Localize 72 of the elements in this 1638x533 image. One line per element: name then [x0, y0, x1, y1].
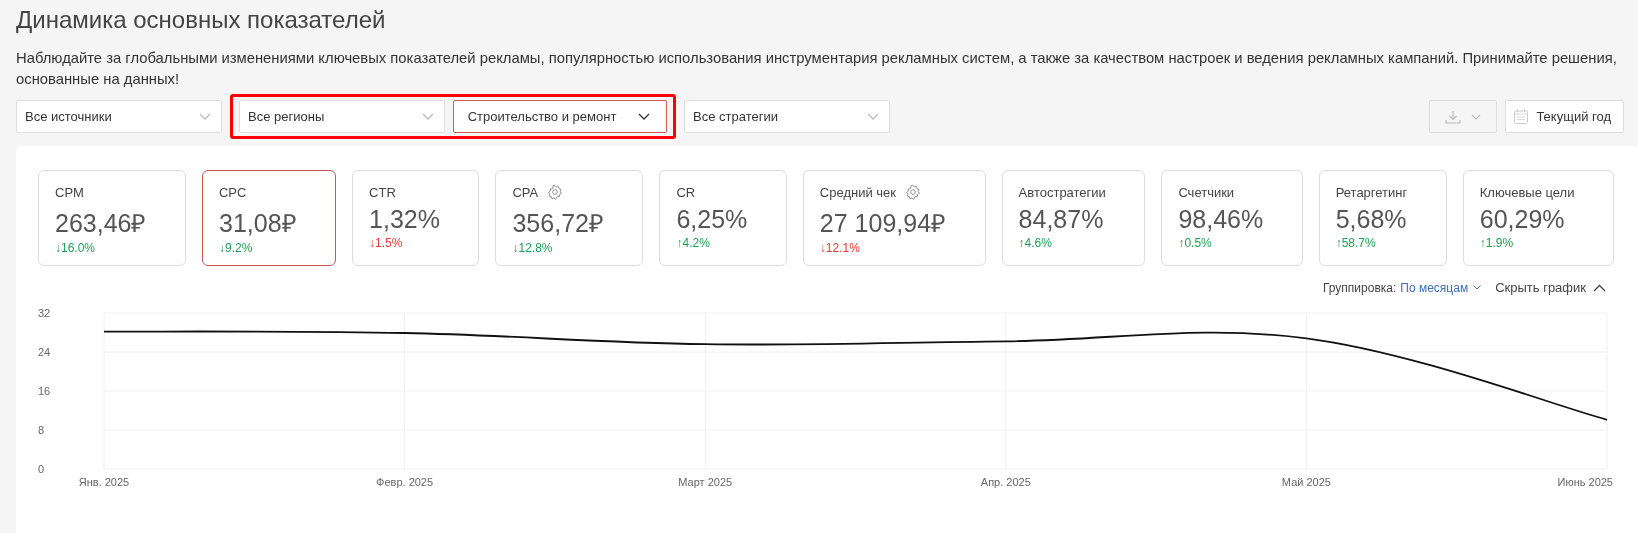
period-button[interactable]: Текущий год: [1505, 100, 1624, 133]
settings-icon[interactable]: [547, 184, 564, 200]
metric-name: Счетчики: [1178, 184, 1235, 200]
metric-value: 60,29%: [1479, 205, 1566, 234]
metric-card[interactable]: Ключевые цели 60,29% ↑1.9%: [1462, 170, 1614, 266]
chevron-down-icon: [867, 112, 879, 121]
metric-card[interactable]: CTR 1,32% ↓1.5%: [352, 170, 480, 266]
metric-change: ↓16.0%: [55, 241, 97, 255]
y-axis-label: 0: [38, 463, 45, 475]
x-axis-label: Апр. 2025: [980, 476, 1031, 488]
metric-change: ↓12.1%: [819, 241, 861, 255]
hide-chart-button[interactable]: Скрыть график: [1485, 280, 1606, 295]
x-axis-label: Май 2025: [1281, 476, 1331, 488]
grouping-label: Группировка:: [1323, 280, 1397, 295]
chevron-down-icon: [422, 112, 434, 121]
grouping-dropdown[interactable]: По месяцам: [1400, 280, 1482, 295]
metric-value: 5,68%: [1335, 205, 1408, 234]
chevron-down-icon: [638, 112, 651, 121]
metric-change: ↓9.2%: [219, 241, 254, 255]
metric-name: CPM: [55, 184, 84, 200]
x-axis-label: Февр. 2025: [376, 476, 434, 488]
y-axis-label: 8: [38, 424, 45, 436]
metric-card[interactable]: Счетчики 98,46% ↑0.5%: [1161, 170, 1303, 266]
chevron-down-icon: [1473, 285, 1482, 290]
metric-value: 27 109,94₽: [819, 208, 948, 239]
metric-card[interactable]: Средний чек 27 109,94₽ ↓12.1%: [802, 170, 986, 266]
y-axis-label: 24: [38, 346, 51, 358]
y-axis-label: 16: [38, 385, 51, 397]
metric-name: Средний чек: [819, 184, 896, 200]
metric-value: 6,25%: [676, 205, 749, 234]
metric-value: 1,32%: [369, 205, 441, 234]
metric-change: ↓1.5%: [369, 236, 404, 250]
download-icon: [1445, 109, 1462, 124]
metric-value: 356,72₽: [512, 208, 605, 239]
page-title: Динамика основных показателей: [16, 5, 387, 34]
x-axis-label: Июнь 2025: [1557, 476, 1613, 488]
metric-card[interactable]: Ретаргетинг 5,68% ↑58.7%: [1318, 170, 1447, 266]
filter-dropdown[interactable]: Все источники: [16, 100, 222, 133]
metric-name: Ключевые цели: [1479, 184, 1575, 200]
metric-change: ↓12.8%: [512, 241, 554, 255]
chevron-up-icon: [1593, 283, 1606, 292]
metric-card[interactable]: CR 6,25% ↑4.2%: [659, 170, 787, 266]
metric-name: CPA: [512, 184, 539, 200]
metric-card[interactable]: CPA 356,72₽ ↓12.8%: [495, 170, 644, 266]
metric-name: CTR: [369, 184, 396, 200]
metric-name: Ретаргетинг: [1335, 184, 1408, 200]
metric-change: ↑4.6%: [1018, 236, 1053, 250]
metric-value: 263,46₽: [55, 208, 148, 239]
metric-change: ↑58.7%: [1335, 236, 1377, 250]
metric-value: 31,08₽: [219, 208, 298, 239]
metric-value: 98,46%: [1178, 205, 1265, 234]
settings-icon[interactable]: [905, 184, 921, 200]
metric-value: 84,87%: [1018, 205, 1105, 234]
y-axis-label: 32: [38, 307, 51, 319]
x-axis-label: Март 2025: [678, 476, 733, 488]
metric-change: ↑4.2%: [676, 236, 711, 250]
filter-dropdown[interactable]: Все регионы: [239, 100, 445, 133]
metric-change: ↑0.5%: [1178, 236, 1213, 250]
page-description: Наблюдайте за глобальными изменениями ключевых показателей рекламы, популярностью использования инструментария рекламных систем, а также за качеством настроек и ведения рекламных кампаний. Принимайте решения, основанные на данных!: [16, 49, 1618, 89]
metric-card[interactable]: CPC 31,08₽ ↓9.2%: [202, 170, 337, 266]
chevron-down-icon: [1471, 113, 1482, 120]
metric-change: ↑1.9%: [1479, 236, 1515, 250]
metric-name: CPC: [219, 184, 247, 200]
metric-card[interactable]: Автостратегии 84,87% ↑4.6%: [1001, 170, 1146, 266]
metric-name: CR: [676, 184, 696, 200]
filter-dropdown[interactable]: Все стратегии: [684, 100, 890, 133]
metric-card[interactable]: CPM 263,46₽ ↓16.0%: [38, 170, 186, 266]
x-axis-label: Янв. 2025: [78, 476, 130, 488]
filter-dropdown[interactable]: Строительство и ремонт: [453, 100, 667, 133]
metric-name: Автостратегии: [1018, 184, 1106, 200]
calendar-icon: [1514, 109, 1529, 124]
chevron-down-icon: [199, 112, 211, 121]
